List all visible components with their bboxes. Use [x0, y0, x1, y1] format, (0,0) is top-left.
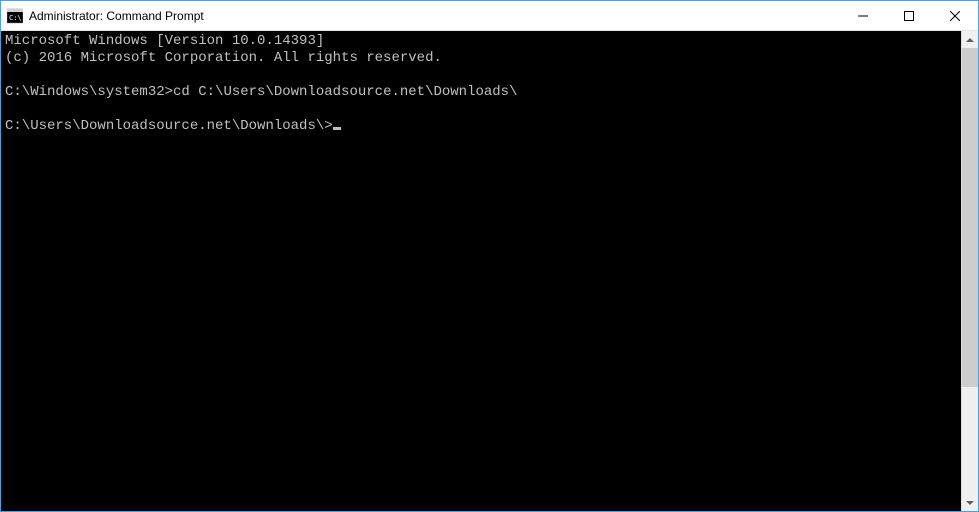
close-button[interactable]: [932, 1, 978, 30]
terminal-line: Microsoft Windows [Version 10.0.14393]: [5, 33, 324, 49]
vertical-scrollbar[interactable]: [961, 31, 978, 511]
window-title: Administrator: Command Prompt: [29, 9, 840, 23]
chevron-up-icon: [966, 38, 974, 42]
cmd-icon: C:\: [7, 8, 23, 24]
terminal-command: cd C:\Users\Downloadsource.net\Downloads…: [173, 84, 517, 100]
terminal[interactable]: Microsoft Windows [Version 10.0.14393] (…: [1, 31, 961, 511]
scroll-down-button[interactable]: [962, 494, 978, 511]
terminal-line: (c) 2016 Microsoft Corporation. All righ…: [5, 50, 442, 66]
terminal-prompt: C:\Windows\system32>: [5, 84, 173, 100]
window-controls: [840, 1, 978, 30]
titlebar[interactable]: C:\ Administrator: Command Prompt: [1, 1, 978, 31]
maximize-icon: [904, 11, 914, 21]
scroll-track[interactable]: [962, 48, 978, 494]
minimize-button[interactable]: [840, 1, 886, 30]
scroll-thumb[interactable]: [962, 48, 978, 387]
terminal-container: Microsoft Windows [Version 10.0.14393] (…: [1, 31, 978, 511]
scroll-up-button[interactable]: [962, 31, 978, 48]
svg-text:C:\: C:\: [9, 14, 22, 22]
terminal-cursor: [333, 127, 341, 130]
chevron-down-icon: [966, 501, 974, 505]
close-icon: [950, 11, 960, 21]
maximize-button[interactable]: [886, 1, 932, 30]
command-prompt-window: C:\ Administrator: Command Prompt: [0, 0, 979, 512]
minimize-icon: [858, 11, 868, 21]
terminal-prompt: C:\Users\Downloadsource.net\Downloads\>: [5, 118, 333, 134]
